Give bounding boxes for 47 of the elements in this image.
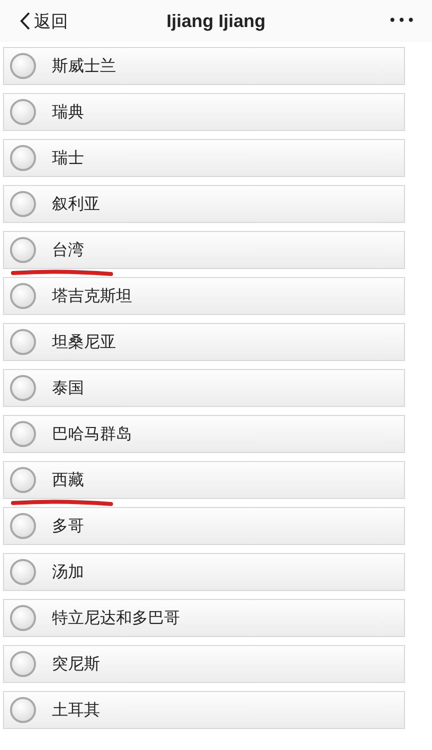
- radio-button[interactable]: [10, 145, 36, 171]
- radio-button[interactable]: [10, 421, 36, 447]
- option-row[interactable]: 多哥: [3, 507, 405, 545]
- radio-button[interactable]: [10, 375, 36, 401]
- option-row[interactable]: 叙利亚: [3, 185, 405, 223]
- radio-button[interactable]: [10, 53, 36, 79]
- option-row[interactable]: 泰国: [3, 369, 405, 407]
- option-label: 特立尼达和多巴哥: [52, 608, 180, 628]
- back-button[interactable]: 返回: [20, 10, 68, 32]
- option-label: 多哥: [52, 516, 84, 536]
- option-label: 斯威士兰: [52, 56, 116, 76]
- option-label: 土耳其: [52, 700, 100, 720]
- chevron-left-icon: [20, 12, 30, 30]
- option-label: 西藏: [52, 470, 84, 490]
- radio-button[interactable]: [10, 559, 36, 585]
- option-label: 巴哈马群岛: [52, 424, 132, 444]
- radio-button[interactable]: [10, 513, 36, 539]
- radio-button[interactable]: [10, 283, 36, 309]
- option-label: 台湾: [52, 240, 84, 260]
- option-label: 坦桑尼亚: [52, 332, 116, 352]
- option-label: 汤加: [52, 562, 84, 582]
- radio-button[interactable]: [10, 651, 36, 677]
- radio-button[interactable]: [10, 191, 36, 217]
- option-label: 突尼斯: [52, 654, 100, 674]
- option-row[interactable]: 巴哈马群岛: [3, 415, 405, 453]
- radio-button[interactable]: [10, 329, 36, 355]
- option-label: 叙利亚: [52, 194, 100, 214]
- option-label: 泰国: [52, 378, 84, 398]
- radio-button[interactable]: [10, 605, 36, 631]
- option-label: 瑞士: [52, 148, 84, 168]
- option-row[interactable]: 塔吉克斯坦: [3, 277, 405, 315]
- radio-button[interactable]: [10, 697, 36, 723]
- option-label: 塔吉克斯坦: [52, 286, 132, 306]
- more-button[interactable]: •••: [384, 13, 420, 29]
- option-row[interactable]: 斯威士兰: [3, 47, 405, 85]
- option-row[interactable]: 土耳其: [3, 691, 405, 729]
- option-label: 瑞典: [52, 102, 84, 122]
- option-row[interactable]: 坦桑尼亚: [3, 323, 405, 361]
- option-row[interactable]: 特立尼达和多巴哥: [3, 599, 405, 637]
- radio-button[interactable]: [10, 237, 36, 263]
- option-row[interactable]: 瑞士: [3, 139, 405, 177]
- radio-button[interactable]: [10, 99, 36, 125]
- page-title: Ijiang Ijiang: [166, 10, 266, 32]
- option-row[interactable]: 汤加: [3, 553, 405, 591]
- option-row[interactable]: 瑞典: [3, 93, 405, 131]
- radio-button[interactable]: [10, 467, 36, 493]
- option-row[interactable]: 突尼斯: [3, 645, 405, 683]
